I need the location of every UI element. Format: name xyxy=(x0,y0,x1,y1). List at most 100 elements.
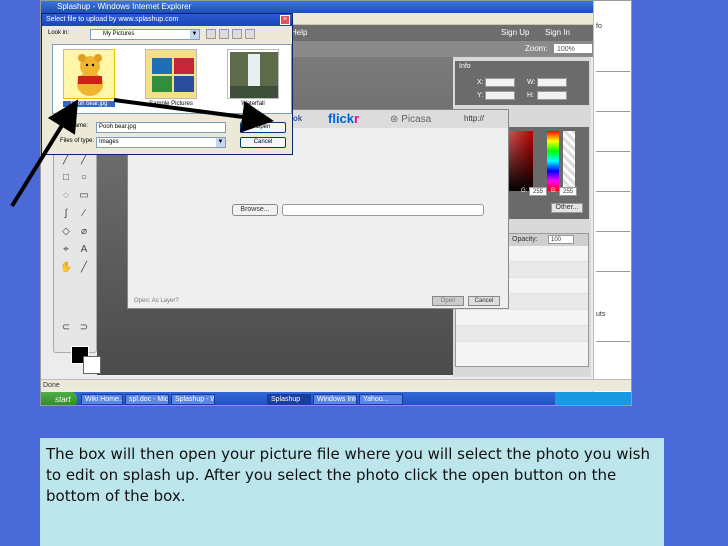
g-value[interactable]: 255 xyxy=(529,187,547,196)
caption-text: The box will then open your picture file… xyxy=(46,445,650,505)
side-text-2: uts xyxy=(596,311,606,318)
caption-box: The box will then open your picture file… xyxy=(40,438,664,546)
file-type-value: Images xyxy=(99,139,119,145)
taskbar-item[interactable]: Windows Inter... xyxy=(313,394,357,405)
browse-button[interactable]: Browse... xyxy=(232,204,278,216)
x-label: X: xyxy=(477,79,484,86)
clone-tool-icon[interactable]: ∕ xyxy=(78,208,90,220)
side-text-1: fo xyxy=(596,23,602,30)
start-button[interactable]: start xyxy=(41,392,77,405)
look-in-label: Look in: xyxy=(48,30,70,36)
w-field xyxy=(537,78,567,87)
file-dialog-title: Select file to upload by www.splashup.co… xyxy=(42,14,292,26)
info-title: Info xyxy=(459,63,471,70)
eraser-tool-icon[interactable]: ▭ xyxy=(78,190,90,202)
file-type-label: Files of type: xyxy=(60,138,95,144)
layer-row[interactable] xyxy=(456,326,588,342)
smudge-tool-icon[interactable]: ∫ xyxy=(60,208,72,220)
file-label[interactable]: Waterfall xyxy=(227,101,279,107)
taskbar-item[interactable]: Splashup - Windows ... xyxy=(171,394,215,405)
hand-tool-icon[interactable]: ✋ xyxy=(60,262,72,274)
taskbar-item[interactable]: Wiki Home... xyxy=(81,394,123,405)
browser-status-bar: Done xyxy=(41,379,631,391)
chevron-down-icon[interactable]: ▼ xyxy=(190,30,199,39)
tab-flickr[interactable]: flickr xyxy=(328,111,359,126)
fill-tool-icon[interactable]: ◇ xyxy=(60,226,72,238)
x-field xyxy=(485,78,515,87)
windows-taskbar: start Wiki Home... spl.doc - Microsoft W… xyxy=(41,392,631,405)
y-field xyxy=(485,91,515,100)
ellipse-tool-icon[interactable]: ○ xyxy=(78,172,90,184)
eyedropper-tool-icon[interactable]: ⌖ xyxy=(60,244,72,256)
layer-row[interactable] xyxy=(456,310,588,326)
flickr-logo-a: flick xyxy=(328,111,355,126)
menu-help[interactable]: Help xyxy=(291,25,307,41)
open-button[interactable]: Open xyxy=(240,122,286,133)
y-label: Y: xyxy=(477,92,484,99)
file-label[interactable]: Sample Pictures xyxy=(145,101,197,107)
open-as-layer-label[interactable]: Open: As Layer? xyxy=(134,298,179,304)
tab-url[interactable]: http:// xyxy=(464,114,484,123)
h-field xyxy=(537,91,567,100)
alpha-slider[interactable] xyxy=(563,131,575,191)
mask-icon[interactable]: ⊃ xyxy=(78,322,90,334)
status-text: Done xyxy=(43,382,60,389)
waterfall-thumbnail[interactable] xyxy=(227,49,279,99)
text-tool-icon[interactable]: A xyxy=(78,244,90,256)
background-color-swatch[interactable] xyxy=(83,356,101,374)
tab-picasa[interactable]: ⊛ Picasa xyxy=(390,114,431,125)
file-open-dialog: Select file to upload by www.splashup.co… xyxy=(41,13,293,155)
look-in-select[interactable]: My Pictures ▼ xyxy=(90,29,200,40)
dialog-close-icon[interactable]: × xyxy=(280,15,290,25)
file-list: Pooh bear.jpg Sample Pictures Waterfall xyxy=(52,44,292,114)
slide: Splashup - Windows Internet Explorer _ □… xyxy=(0,0,728,546)
file-label[interactable]: Pooh bear.jpg xyxy=(63,101,115,107)
browser-title: Splashup - Windows Internet Explorer xyxy=(57,2,192,11)
picasa-label: Picasa xyxy=(401,114,432,125)
rect-tool-icon[interactable]: □ xyxy=(60,172,72,184)
lasso-tool-icon[interactable]: ◌ xyxy=(60,190,72,202)
file-name-field[interactable]: Pooh bear.jpg xyxy=(96,122,226,133)
sign-in-link[interactable]: Sign In xyxy=(545,25,570,41)
info-panel: Info X: Y: W: H: xyxy=(455,61,589,105)
flickr-logo-b: r xyxy=(354,111,360,126)
look-in-value: My Pictures xyxy=(103,31,135,37)
b-label: B: xyxy=(551,188,557,194)
taskbar-item[interactable]: Splashup xyxy=(267,394,311,405)
browser-title-bar: Splashup - Windows Internet Explorer _ □… xyxy=(41,1,631,13)
w-label: W: xyxy=(527,79,536,86)
new-folder-icon[interactable] xyxy=(232,29,242,39)
gradient-tool-icon[interactable]: ⌀ xyxy=(78,226,90,238)
b-value[interactable]: 255 xyxy=(559,187,577,196)
sample-pictures-folder[interactable] xyxy=(145,49,197,99)
hue-slider[interactable] xyxy=(547,131,559,191)
brush-tool-icon[interactable]: ╱ xyxy=(60,154,72,166)
pencil-tool-icon[interactable]: ╱ xyxy=(78,154,90,166)
browse-path-field[interactable] xyxy=(282,204,484,216)
other-color-button[interactable]: Other... xyxy=(551,203,583,213)
cancel-button[interactable]: Cancel xyxy=(240,137,286,148)
dialog-toolbar xyxy=(206,29,255,39)
upload-open-button[interactable]: Open xyxy=(432,296,464,306)
background-document-strip: fo uts xyxy=(593,1,631,393)
chevron-down-icon[interactable]: ▼ xyxy=(216,138,225,147)
screenshot-window: Splashup - Windows Internet Explorer _ □… xyxy=(40,0,632,406)
line-tool-icon[interactable]: ╱ xyxy=(78,262,90,274)
taskbar-item[interactable]: Yahoo... xyxy=(359,394,403,405)
pooh-bear-thumbnail[interactable] xyxy=(63,49,115,99)
h-label: H: xyxy=(527,92,534,99)
upload-cancel-button[interactable]: Cancel xyxy=(468,296,500,306)
system-tray xyxy=(555,392,631,405)
file-type-select[interactable]: Images ▼ xyxy=(96,137,226,148)
sign-up-link[interactable]: Sign Up xyxy=(501,25,529,41)
file-name-label: File name: xyxy=(60,123,89,129)
up-folder-icon[interactable] xyxy=(219,29,229,39)
zoom-select[interactable]: 100% xyxy=(553,43,593,54)
zoom-label: Zoom: xyxy=(525,44,548,53)
link-icon[interactable]: ⊂ xyxy=(60,322,72,334)
view-menu-icon[interactable] xyxy=(245,29,255,39)
opacity-field[interactable]: 100 xyxy=(548,235,574,244)
taskbar-item[interactable]: spl.doc - Microsoft Word xyxy=(125,394,169,405)
g-label: G: xyxy=(521,188,528,194)
back-icon[interactable] xyxy=(206,29,216,39)
